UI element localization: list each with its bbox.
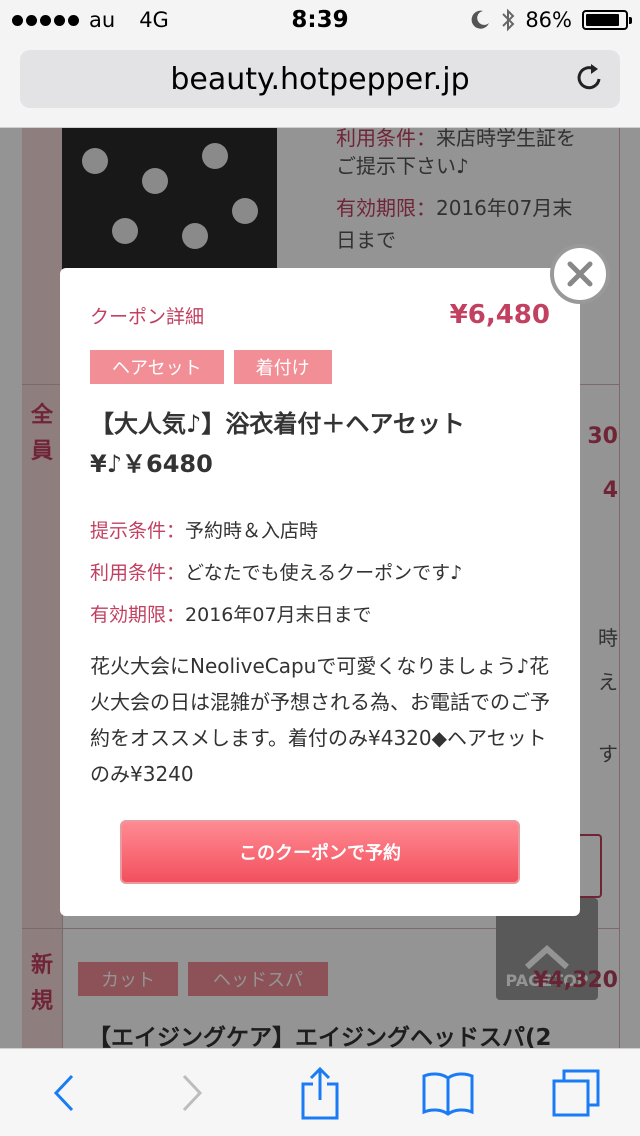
bluetooth-icon — [502, 8, 515, 32]
tag-hairset: ヘアセット — [90, 350, 224, 384]
coupon-tags: ヘアセット 着付け — [90, 350, 332, 384]
moon-icon — [471, 10, 490, 29]
carrier-name: au — [89, 8, 116, 32]
condition-label: 利用条件： — [90, 562, 186, 584]
tag-kitsuke: 着付け — [233, 350, 332, 384]
back-button[interactable] — [34, 1063, 94, 1123]
reload-icon[interactable] — [574, 62, 606, 94]
reserve-with-coupon-button[interactable]: このクーポンで予約 — [120, 820, 520, 884]
close-icon — [567, 261, 593, 287]
coupon-conditions: 提示条件：予約時＆入店時 利用条件：どなたでも使えるクーポンです♪ 有効期限：2… — [90, 510, 560, 636]
condition-value: どなたでも使えるクーポンです♪ — [185, 562, 463, 584]
share-icon — [301, 1066, 339, 1119]
address-bar[interactable]: beauty.hotpepper.jp — [20, 50, 620, 108]
condition-value: 2016年07月末日まで — [185, 604, 372, 626]
modal-header-label: クーポン詳細 — [90, 305, 205, 328]
condition-row: 提示条件：予約時＆入店時 — [90, 510, 560, 552]
bookmarks-button[interactable] — [418, 1063, 478, 1123]
battery-icon — [582, 10, 632, 30]
browser-address-area: beauty.hotpepper.jp — [0, 40, 640, 128]
close-modal-button[interactable] — [550, 244, 610, 304]
status-right: 86% — [388, 8, 632, 32]
coupon-detail-modal: クーポン詳細 ¥6,480 ヘアセット 着付け 【大人気♪】浴衣着付＋ヘアセット… — [60, 268, 580, 916]
share-button[interactable] — [290, 1063, 350, 1123]
coupon-price: ¥6,480 — [449, 300, 550, 330]
status-left: au 4G — [12, 8, 252, 32]
url-text: beauty.hotpepper.jp — [170, 61, 470, 97]
network-type: 4G — [139, 8, 169, 32]
forward-icon — [182, 1074, 203, 1111]
modal-header: クーポン詳細 ¥6,480 — [90, 300, 550, 330]
coupon-title: 【大人気♪】浴衣着付＋ヘアセット¥♪￥6480 — [90, 410, 465, 478]
signal-strength-icon — [12, 14, 79, 26]
back-icon — [53, 1074, 74, 1111]
status-bar: au 4G 8:39 86% — [0, 0, 640, 40]
condition-value: 予約時＆入店時 — [185, 520, 319, 542]
status-time: 8:39 — [291, 7, 349, 33]
tabs-icon — [552, 1069, 600, 1116]
condition-label: 提示条件： — [90, 520, 186, 542]
coupon-description: 花火大会にNeoliveCapuで可愛くなりましょう♪花火大会の日は混雑が予想さ… — [90, 654, 550, 786]
tabs-button[interactable] — [546, 1063, 606, 1123]
condition-row: 利用条件：どなたでも使えるクーポンです♪ — [90, 552, 560, 594]
condition-label: 有効期限： — [90, 604, 186, 626]
browser-toolbar — [0, 1048, 640, 1136]
bookmarks-icon — [422, 1071, 474, 1116]
condition-row: 有効期限：2016年07月末日まで — [90, 594, 560, 636]
battery-percent: 86% — [525, 8, 572, 32]
forward-button[interactable] — [162, 1063, 222, 1123]
